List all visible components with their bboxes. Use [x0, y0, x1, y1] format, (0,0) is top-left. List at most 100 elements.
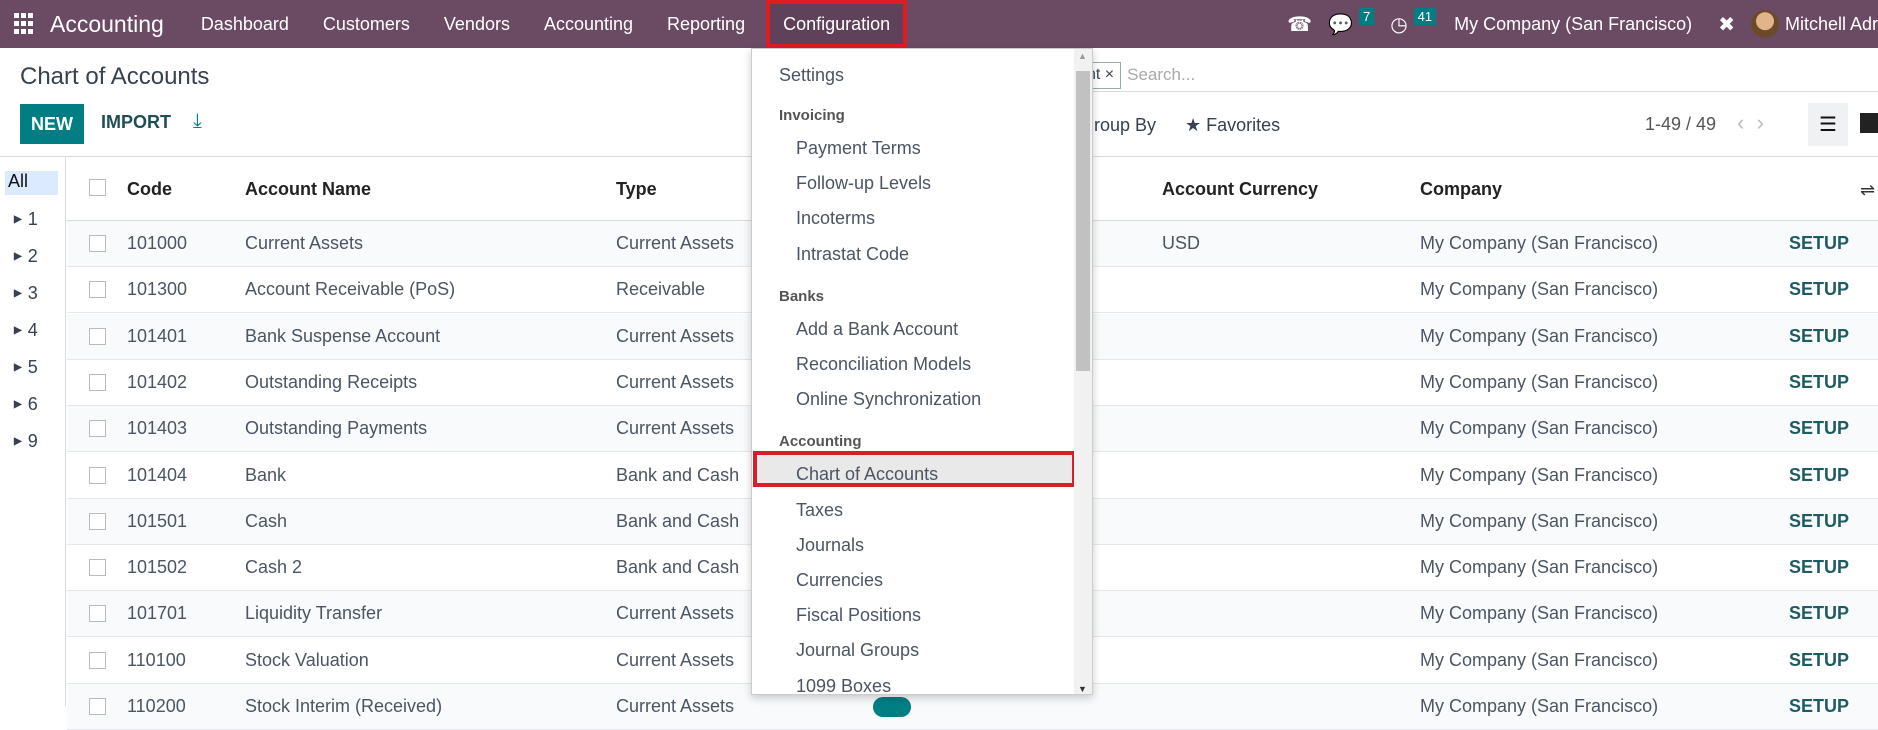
col-company[interactable]: Company	[1420, 179, 1502, 200]
menu-accounting[interactable]: Accounting	[527, 0, 650, 48]
menu-dashboard[interactable]: Dashboard	[184, 0, 306, 48]
sidebar-group[interactable]: ▶ 4	[14, 320, 38, 341]
cell-code: 101404	[127, 464, 188, 485]
user-name[interactable]: Mitchell Adr	[1785, 14, 1878, 35]
close-icon[interactable]: ×	[1105, 66, 1114, 84]
messages-badge: 7	[1358, 7, 1375, 25]
row-checkbox[interactable]	[89, 235, 106, 252]
row-checkbox[interactable]	[89, 466, 106, 484]
col-account-currency[interactable]: Account Currency	[1162, 179, 1318, 200]
setup-button[interactable]: SETUP	[1789, 696, 1849, 717]
row-checkbox[interactable]	[89, 605, 106, 623]
avatar[interactable]	[1750, 10, 1779, 38]
sidebar-group[interactable]: ▶ 5	[14, 357, 38, 378]
row-checkbox[interactable]	[89, 420, 106, 438]
dropdown-scrollbar[interactable]: ▲ ▼	[1074, 49, 1092, 694]
list-view-button[interactable]: ☰	[1808, 103, 1848, 146]
col-account-name[interactable]: Account Name	[245, 179, 371, 200]
sidebar-group[interactable]: ▶ 1	[14, 209, 38, 230]
apps-menu-icon[interactable]	[14, 13, 36, 35]
setup-button[interactable]: SETUP	[1789, 326, 1849, 347]
col-type[interactable]: Type	[616, 179, 657, 200]
new-button[interactable]: NEW	[20, 104, 84, 144]
chevron-left-icon[interactable]: ‹	[1737, 110, 1744, 135]
setup-button[interactable]: SETUP	[1789, 279, 1849, 300]
menu-item[interactable]: Journal Groups	[796, 640, 919, 661]
col-code[interactable]: Code	[127, 179, 172, 200]
sidebar-group[interactable]: ▶ 6	[14, 394, 38, 415]
sidebar-group[interactable]: ▶ 9	[14, 431, 38, 452]
menu-item[interactable]: Add a Bank Account	[796, 319, 958, 340]
row-checkbox[interactable]	[89, 559, 106, 577]
setup-button[interactable]: SETUP	[1789, 650, 1849, 671]
menu-item[interactable]: Reconciliation Models	[796, 354, 971, 375]
sidebar-group[interactable]: ▶ 2	[14, 246, 38, 267]
menu-item[interactable]: Payment Terms	[796, 138, 921, 159]
setup-button[interactable]: SETUP	[1789, 465, 1849, 486]
search-bar[interactable]: nt × Search...	[1080, 59, 1878, 92]
menu-vendors[interactable]: Vendors	[427, 0, 527, 48]
cell-currency: USD	[1162, 233, 1201, 253]
star-icon: ★	[1185, 115, 1202, 135]
search-input[interactable]: Search...	[1127, 65, 1195, 85]
menu-item[interactable]: Taxes	[796, 500, 843, 521]
clock-icon[interactable]: ◷	[1382, 12, 1415, 37]
row-checkbox[interactable]	[89, 281, 106, 299]
cell-company: My Company (San Francisco)	[1420, 233, 1659, 253]
cell-account-name: Cash	[245, 510, 288, 531]
cell-account-name: Outstanding Payments	[245, 418, 428, 439]
tools-icon[interactable]: ✖	[1710, 12, 1743, 37]
cell-account-name: Account Receivable (PoS)	[245, 279, 456, 300]
column-settings-icon[interactable]: ⇌	[1860, 180, 1875, 201]
company-switcher[interactable]: My Company (San Francisco)	[1454, 14, 1692, 35]
scrollbar-thumb[interactable]	[1076, 71, 1090, 371]
menu-item[interactable]: Chart of Accounts	[796, 464, 938, 485]
setup-button[interactable]: SETUP	[1789, 233, 1849, 254]
setup-button[interactable]: SETUP	[1789, 418, 1849, 439]
menu-customers[interactable]: Customers	[306, 0, 427, 48]
kanban-view-button[interactable]	[1860, 113, 1878, 133]
menu-configuration[interactable]: Configuration	[766, 0, 908, 48]
favorites-button[interactable]: ★ Favorites	[1185, 115, 1280, 136]
scroll-up-icon[interactable]: ▲	[1078, 51, 1087, 61]
row-checkbox[interactable]	[89, 698, 106, 715]
menu-item[interactable]: Journals	[796, 535, 864, 556]
activities-badge: 41	[1413, 7, 1437, 25]
app-brand[interactable]: Accounting	[50, 11, 164, 38]
sidebar-group[interactable]: ▶ 3	[14, 283, 38, 304]
menu-section-header: Banks	[779, 287, 825, 305]
menu-item[interactable]: Fiscal Positions	[796, 605, 921, 626]
chevron-right-icon[interactable]: ›	[1757, 110, 1764, 135]
setup-button[interactable]: SETUP	[1789, 603, 1849, 624]
menu-item-settings[interactable]: Settings	[779, 65, 844, 86]
menu-item[interactable]: Intrastat Code	[796, 244, 909, 265]
menu-item[interactable]: Currencies	[796, 570, 883, 591]
import-button[interactable]: IMPORT	[101, 112, 171, 133]
menu-reporting[interactable]: Reporting	[650, 0, 762, 48]
group-label: 6	[27, 394, 38, 414]
cell-company: My Company (San Francisco)	[1420, 418, 1659, 439]
download-icon[interactable]: ⤓	[193, 110, 202, 133]
row-checkbox[interactable]	[89, 651, 106, 669]
setup-button[interactable]: SETUP	[1789, 557, 1849, 578]
page-title: Chart of Accounts	[20, 63, 210, 90]
menu-item[interactable]: 1099 Boxes	[796, 676, 891, 694]
menu-item[interactable]: Incoterms	[796, 208, 875, 229]
toggle-switch[interactable]	[873, 697, 911, 717]
row-checkbox[interactable]	[89, 512, 106, 530]
cell-code: 101701	[127, 603, 188, 624]
setup-button[interactable]: SETUP	[1789, 372, 1849, 393]
setup-button[interactable]: SETUP	[1789, 511, 1849, 532]
row-checkbox[interactable]	[89, 327, 106, 345]
phone-icon[interactable]: ☎	[1279, 12, 1320, 37]
row-checkbox[interactable]	[89, 373, 106, 391]
menu-item[interactable]: Online Synchronization	[796, 389, 981, 410]
sidebar-item-all[interactable]: All	[5, 171, 58, 195]
cell-type: Current Assets	[616, 603, 735, 624]
cell-company: My Company (San Francisco)	[1420, 603, 1659, 624]
select-all-checkbox[interactable]	[89, 179, 106, 196]
menu-item[interactable]: Follow-up Levels	[796, 173, 931, 194]
pager-value[interactable]: 1-49 / 49	[1645, 114, 1716, 135]
scroll-down-icon[interactable]: ▼	[1078, 684, 1087, 694]
chat-icon[interactable]: 💬	[1320, 12, 1361, 37]
